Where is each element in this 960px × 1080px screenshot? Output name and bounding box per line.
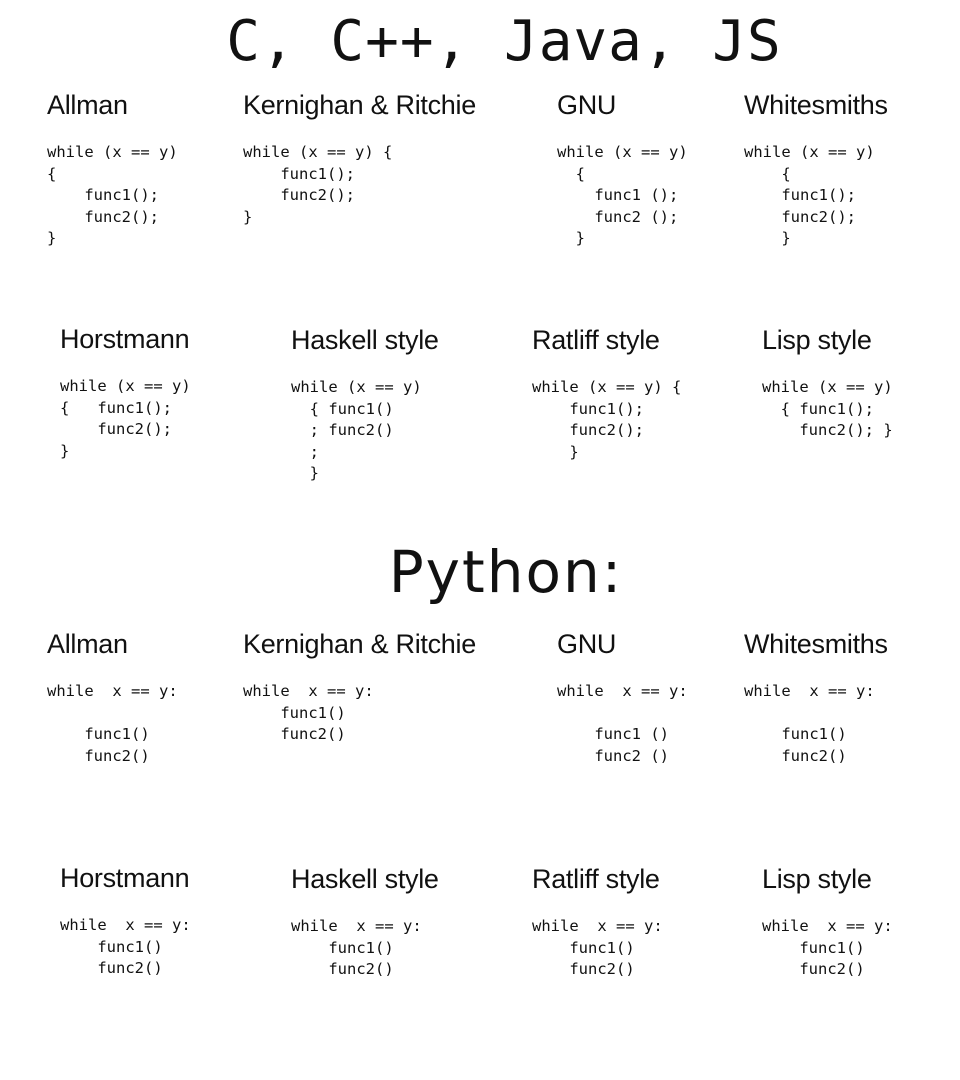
code-block-ratliff: while (x == y) { func1(); func2(); } [532, 378, 682, 461]
section-title-c-family: C, C++, Java, JS [226, 9, 782, 74]
style-heading-gnu-python: GNU [557, 629, 617, 659]
code-block-horstmann: while (x == y) { func1(); func2(); } [60, 377, 191, 460]
code-block-kr: while (x == y) { func1(); func2(); } [243, 143, 393, 226]
code-block-horstmann-python: while x == y: func1() func2() [60, 916, 191, 977]
style-heading-gnu: GNU [557, 90, 617, 120]
code-block-haskell-python: while x == y: func1() func2() [291, 917, 422, 978]
style-heading-horstmann-python: Horstmann [60, 863, 190, 893]
code-block-haskell: while (x == y) { func1() ; func2() ; } [291, 378, 422, 482]
style-heading-lisp-python: Lisp style [762, 864, 872, 894]
style-heading-ratliff-python: Ratliff style [532, 864, 660, 894]
style-heading-haskell-python: Haskell style [291, 864, 439, 894]
style-heading-whitesmiths: Whitesmiths [744, 90, 888, 120]
code-block-ratliff-python: while x == y: func1() func2() [532, 917, 663, 978]
section-title-python: Python: [388, 538, 624, 606]
code-block-gnu-python: while x == y: func1 () func2 () [557, 682, 688, 765]
style-heading-kr-python: Kernighan & Ritchie [243, 629, 476, 659]
style-heading-whitesmiths-python: Whitesmiths [744, 629, 888, 659]
style-heading-allman-python: Allman [47, 629, 128, 659]
code-block-lisp: while (x == y) { func1(); func2(); } [762, 378, 893, 439]
style-heading-horstmann: Horstmann [60, 324, 190, 354]
code-block-kr-python: while x == y: func1() func2() [243, 682, 374, 743]
style-heading-lisp: Lisp style [762, 325, 872, 355]
code-block-gnu: while (x == y) { func1 (); func2 (); } [557, 143, 688, 247]
style-heading-allman: Allman [47, 90, 128, 120]
style-heading-haskell: Haskell style [291, 325, 439, 355]
style-heading-ratliff: Ratliff style [532, 325, 660, 355]
style-heading-kr: Kernighan & Ritchie [243, 90, 476, 120]
code-block-lisp-python: while x == y: func1() func2() [762, 917, 893, 978]
code-block-whitesmiths: while (x == y) { func1(); func2(); } [744, 143, 875, 247]
code-block-allman-python: while x == y: func1() func2() [47, 682, 178, 765]
code-block-whitesmiths-python: while x == y: func1() func2() [744, 682, 875, 765]
code-block-allman: while (x == y) { func1(); func2(); } [47, 143, 178, 247]
